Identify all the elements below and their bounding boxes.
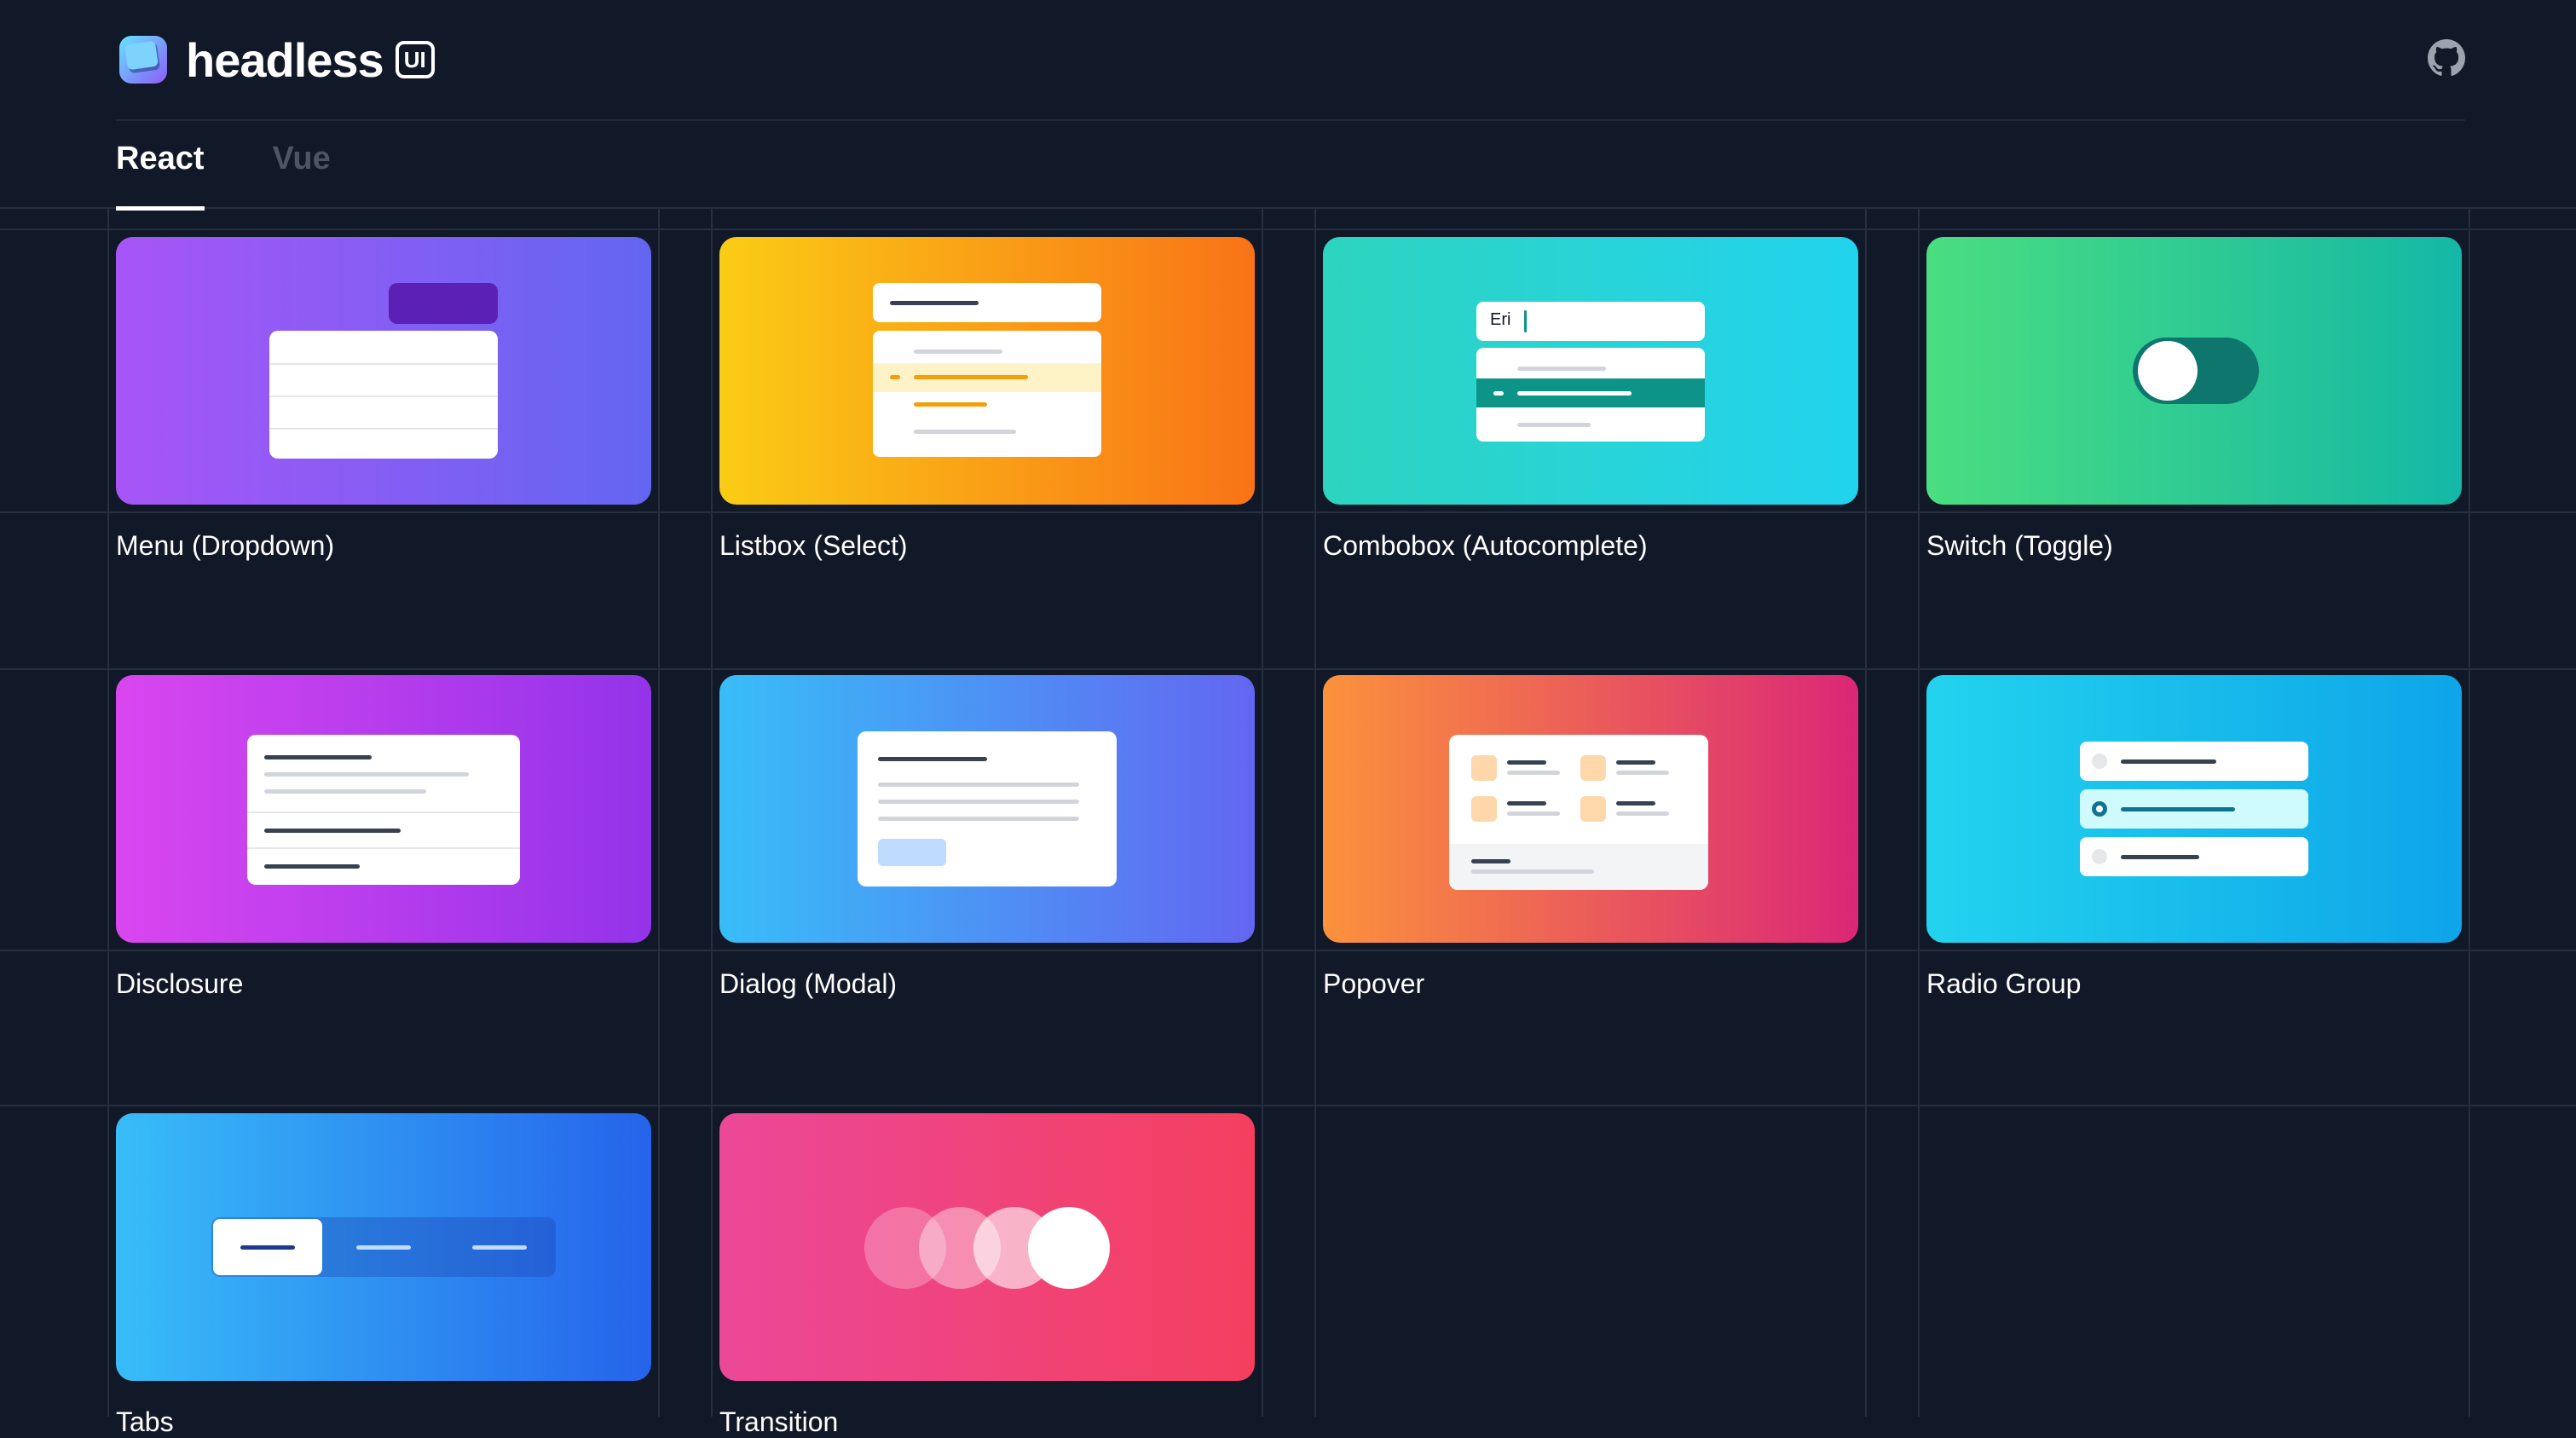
component-card-popover[interactable]: Popover bbox=[1323, 675, 1858, 1000]
brand-logo[interactable]: headless UI bbox=[116, 31, 435, 89]
listbox-preview bbox=[719, 237, 1255, 505]
github-icon[interactable] bbox=[2428, 39, 2465, 77]
framework-tabs: React Vue bbox=[116, 136, 331, 211]
combobox-preview: Eri bbox=[1323, 237, 1858, 505]
component-card-radio-group[interactable]: Radio Group bbox=[1926, 675, 2462, 1000]
component-label: Radio Group bbox=[1926, 968, 2082, 999]
component-label: Listbox (Select) bbox=[719, 530, 908, 561]
component-card-tabs[interactable]: Tabs bbox=[116, 1113, 651, 1438]
component-card-menu[interactable]: Menu (Dropdown) bbox=[116, 237, 651, 562]
component-label: Tabs bbox=[116, 1406, 174, 1437]
component-card-transition[interactable]: Transition bbox=[719, 1113, 1255, 1438]
site-header: headless UI bbox=[116, 31, 2465, 121]
tab-vue[interactable]: Vue bbox=[273, 136, 331, 206]
switch-preview bbox=[1926, 237, 2462, 505]
brand-badge: UI bbox=[395, 41, 435, 78]
component-label: Combobox (Autocomplete) bbox=[1323, 530, 1648, 561]
component-card-listbox[interactable]: Listbox (Select) bbox=[719, 237, 1255, 562]
component-card-combobox[interactable]: Eri Combobox (Autocomplete) bbox=[1323, 237, 1858, 562]
component-card-switch[interactable]: Switch (Toggle) bbox=[1926, 237, 2462, 562]
component-label: Disclosure bbox=[116, 968, 244, 999]
component-label: Popover bbox=[1323, 968, 1425, 999]
component-label: Dialog (Modal) bbox=[719, 968, 898, 999]
component-card-disclosure[interactable]: Disclosure bbox=[116, 675, 651, 1000]
tabs-preview bbox=[116, 1113, 651, 1381]
menu-preview bbox=[116, 237, 651, 505]
headless-logo-icon bbox=[119, 36, 167, 84]
component-label: Switch (Toggle) bbox=[1926, 530, 2113, 561]
radio-group-preview bbox=[1926, 675, 2462, 943]
combobox-input-text: Eri bbox=[1490, 310, 1511, 329]
tab-react[interactable]: React bbox=[116, 136, 205, 211]
brand-name: headless bbox=[186, 32, 384, 87]
component-label: Menu (Dropdown) bbox=[116, 530, 335, 561]
popover-preview bbox=[1323, 675, 1858, 943]
dialog-preview bbox=[719, 675, 1255, 943]
transition-preview bbox=[719, 1113, 1255, 1381]
disclosure-preview bbox=[116, 675, 651, 943]
component-label: Transition bbox=[719, 1406, 839, 1437]
component-card-dialog[interactable]: Dialog (Modal) bbox=[719, 675, 1255, 1000]
